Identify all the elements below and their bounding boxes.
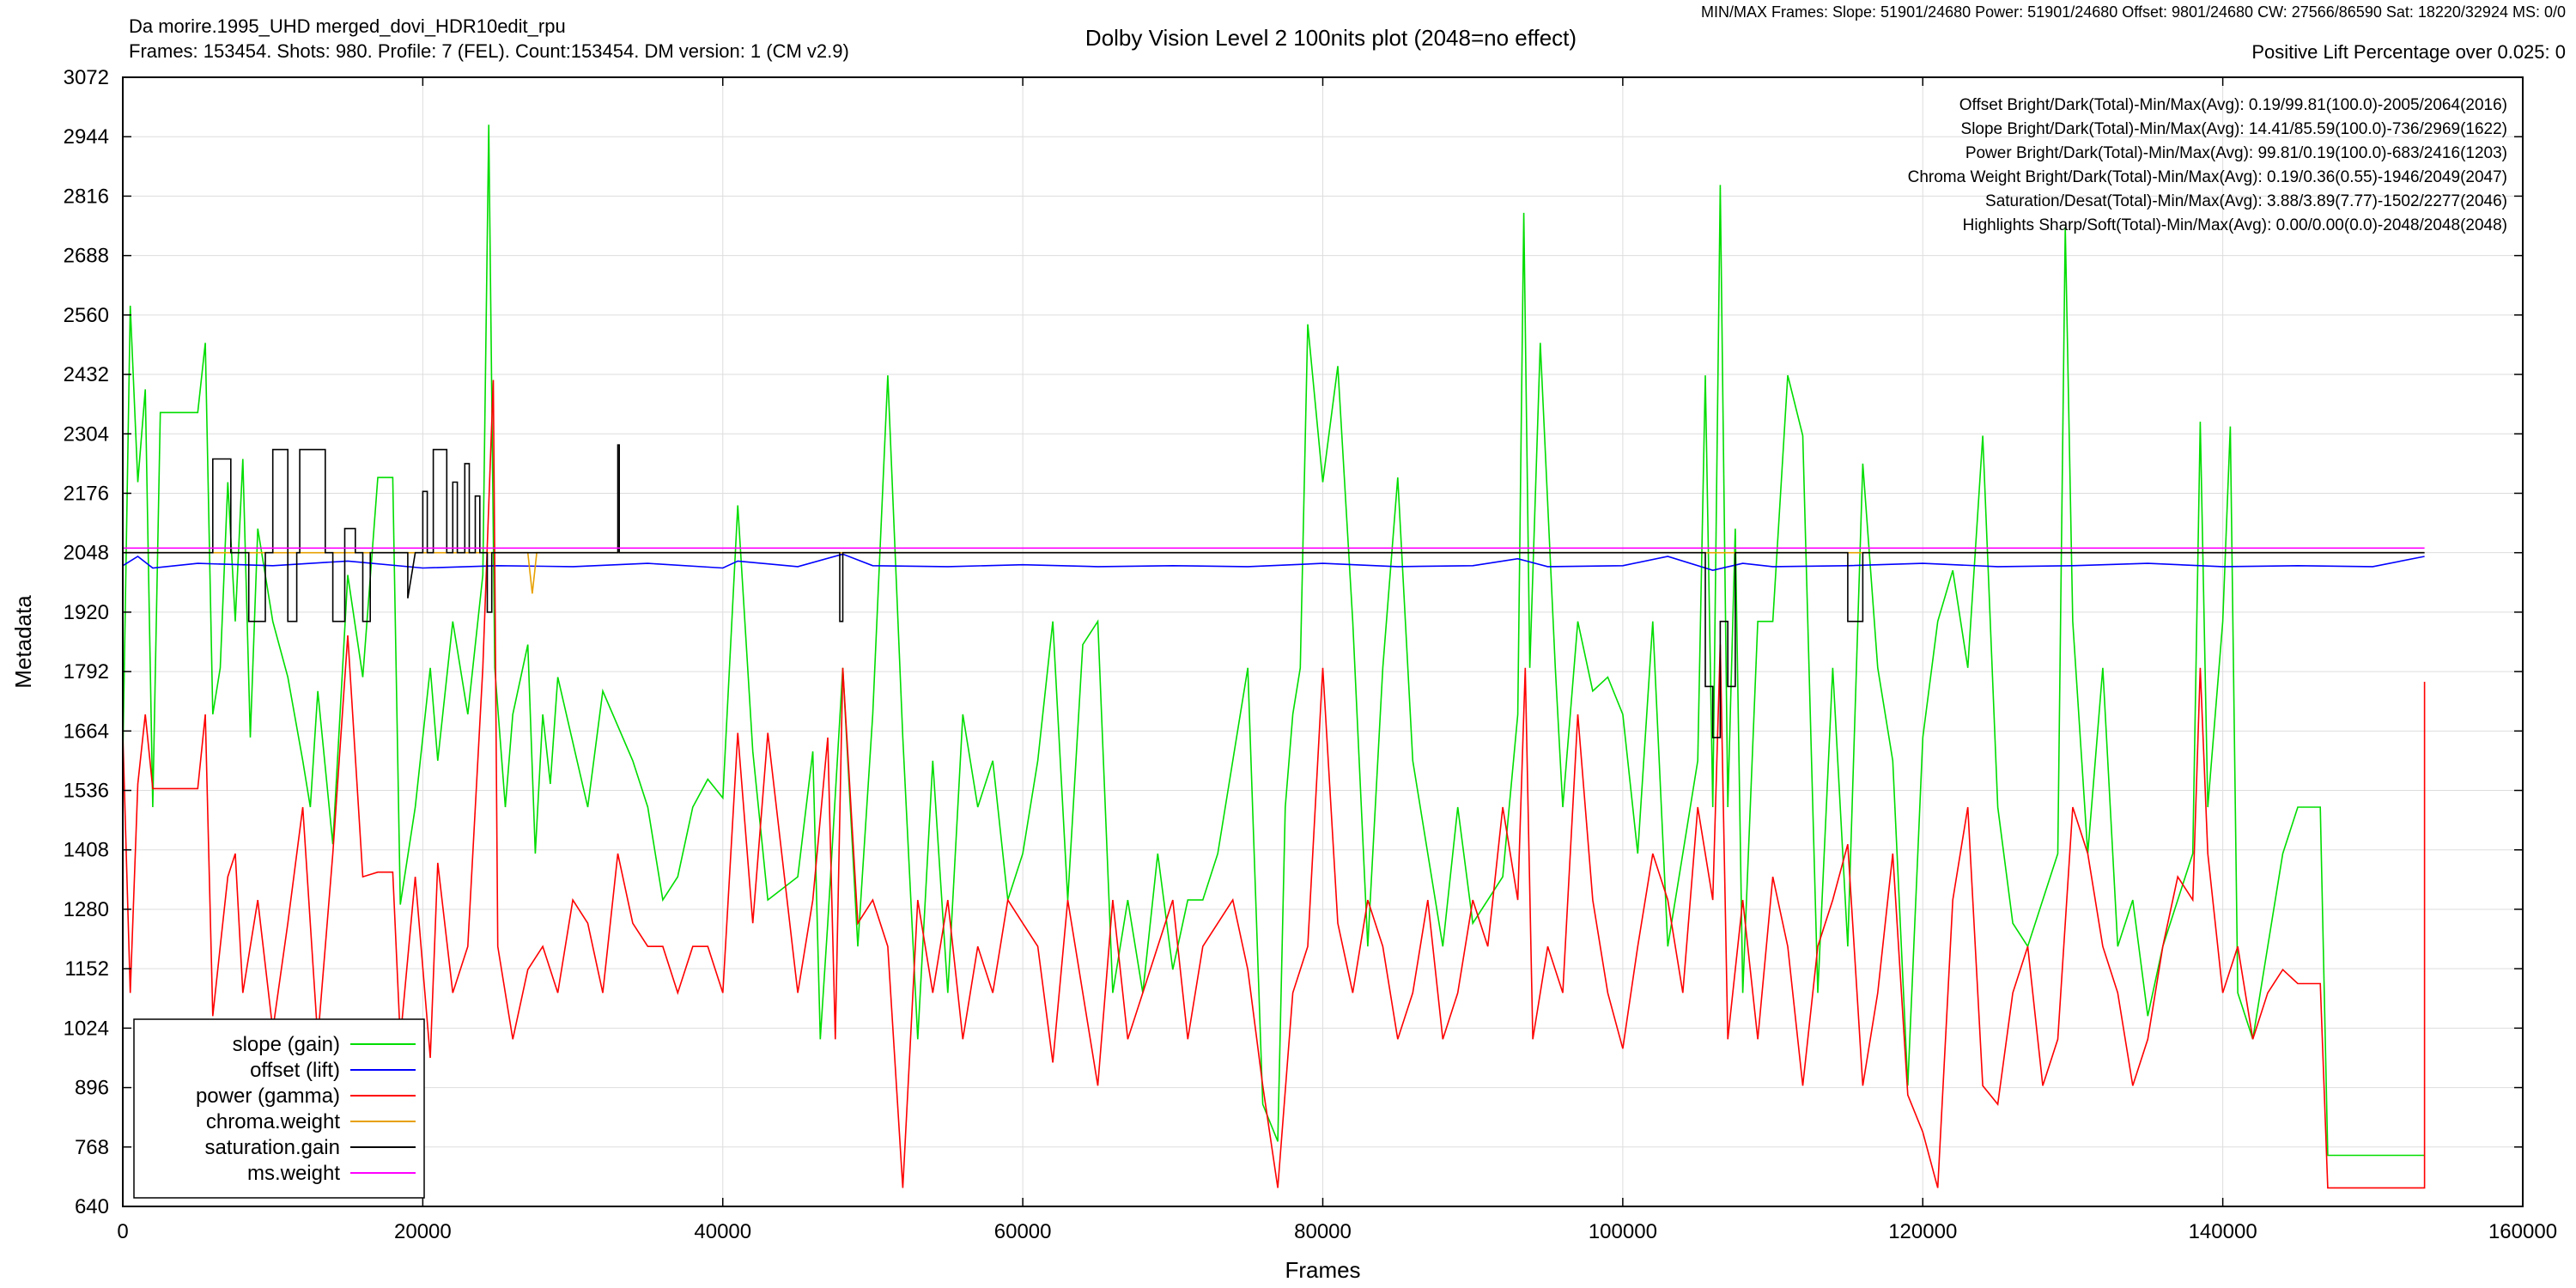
stats-line: Power Bright/Dark(Total)-Min/Max(Avg): 9…: [1965, 144, 2507, 162]
x-tick-label: 20000: [394, 1220, 452, 1243]
y-tick-label: 1536: [64, 780, 109, 803]
series-line-saturation-gain: [123, 444, 2425, 738]
x-tick-label: 120000: [1888, 1220, 1957, 1243]
x-tick-label: 80000: [1294, 1220, 1352, 1243]
legend-label: saturation.gain: [205, 1136, 340, 1159]
y-tick-label: 640: [75, 1195, 109, 1218]
series-line-offset-lift: [122, 553, 2425, 572]
stats-line: Chroma Weight Bright/Dark(Total)-Min/Max…: [1908, 168, 2507, 186]
y-tick-label: 2304: [64, 422, 109, 446]
stats-line: Highlights Sharp/Soft(Total)-Min/Max(Avg…: [1963, 216, 2507, 234]
y-tick-label: 2432: [64, 363, 109, 386]
x-axis-label: Frames: [1285, 1257, 1360, 1283]
y-tick-label: 1792: [64, 660, 109, 683]
x-tick-label: 140000: [2189, 1220, 2257, 1243]
y-tick-label: 2048: [64, 542, 109, 565]
y-tick-label: 2176: [64, 482, 109, 505]
legend-label: chroma.weight: [206, 1110, 340, 1133]
y-tick-label: 896: [75, 1077, 109, 1100]
legend-label: power (gamma): [196, 1084, 340, 1108]
y-tick-label: 3072: [64, 66, 109, 89]
series-line-power-gamma: [122, 380, 2426, 1189]
y-tick-label: 1408: [64, 839, 109, 862]
x-tick-label: 40000: [694, 1220, 751, 1243]
y-tick-label: 2944: [64, 125, 109, 149]
metadata-plot: 640 768 896 1024 1152 1280 1408 1536 1664 1792 192…: [10, 66, 2557, 1283]
x-tick-label: 0: [117, 1220, 128, 1243]
x-tick-label: 160000: [2488, 1220, 2557, 1243]
grid: [122, 76, 2524, 1207]
series-line-slope-gain: [122, 125, 2425, 1157]
legend-label: ms.weight: [247, 1162, 340, 1185]
y-tick-label: 2560: [64, 304, 109, 327]
y-tick-label: 1024: [64, 1017, 109, 1040]
legend-label: slope (gain): [233, 1033, 340, 1056]
stats-line: Slope Bright/Dark(Total)-Min/Max(Avg): 1…: [1961, 120, 2507, 138]
legend-label: offset (lift): [250, 1059, 340, 1082]
legend: slope (gain) offset (lift)power (gamma)ch…: [133, 1018, 425, 1199]
stats-line: Saturation/Desat(Total)-Min/Max(Avg): 3.…: [1985, 192, 2507, 210]
y-tick-label: 1280: [64, 898, 109, 921]
y-axis-label: Metadata: [10, 595, 36, 689]
y-tick-label: 1152: [64, 957, 109, 981]
y-tick-label: 1664: [64, 720, 109, 743]
y-tick-label: 768: [75, 1136, 109, 1159]
stats-block: Offset Bright/Dark(Total)-Min/Max(Avg): …: [1908, 96, 2507, 234]
series-line-chroma-weight: [123, 551, 2425, 594]
y-tick-label: 2688: [64, 245, 109, 268]
x-tick-label: 100000: [1589, 1220, 1657, 1243]
x-tick-label: 60000: [994, 1220, 1052, 1243]
stats-line: Offset Bright/Dark(Total)-Min/Max(Avg): …: [1959, 96, 2507, 114]
y-tick-label: 1920: [64, 601, 109, 624]
y-tick-label: 2816: [64, 185, 109, 208]
